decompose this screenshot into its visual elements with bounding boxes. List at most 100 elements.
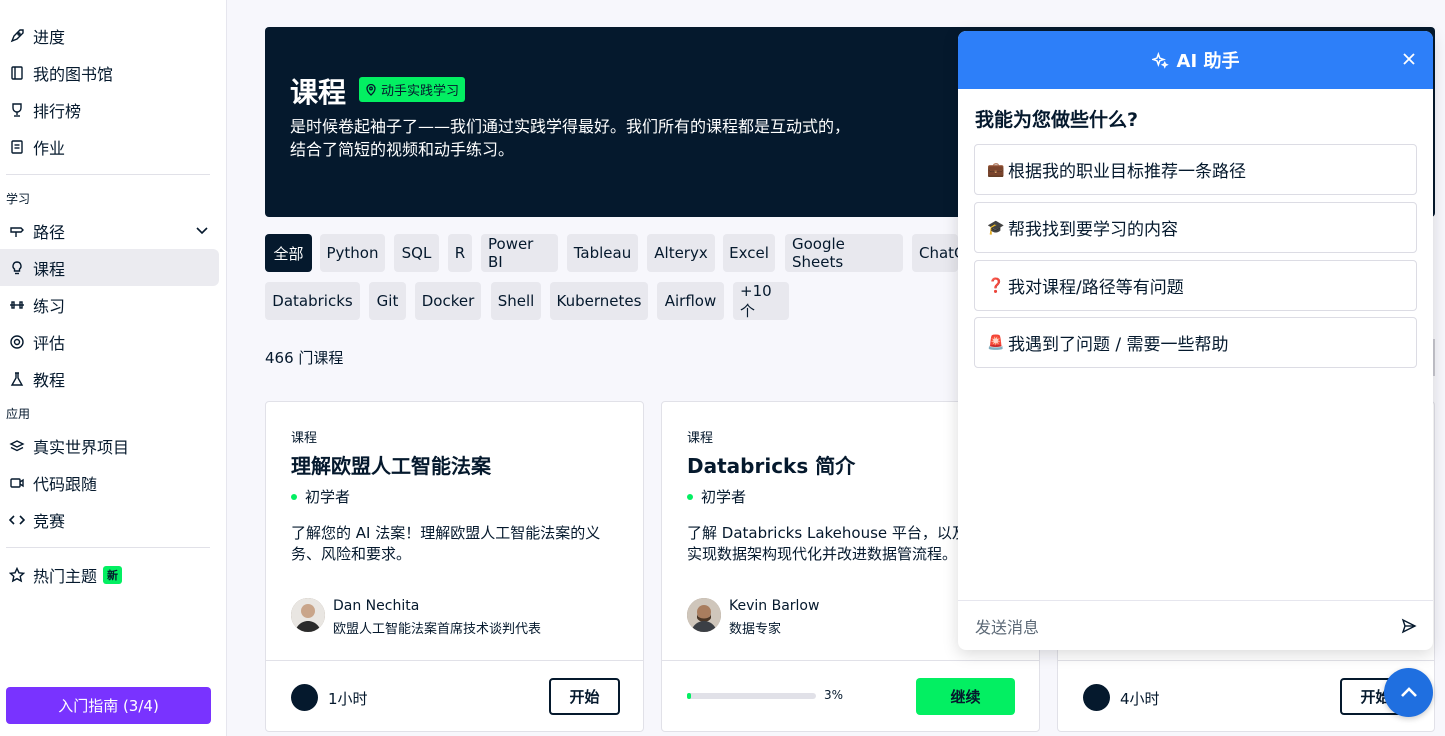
- hands-on-tag: 动手实践学习: [359, 77, 466, 102]
- sidebar-item-progress[interactable]: 进度: [0, 17, 219, 54]
- course-duration: 4小时: [1120, 690, 1160, 708]
- hands-on-tag-label: 动手实践学习: [381, 84, 460, 99]
- dumbbell-icon: [8, 296, 26, 314]
- progress-fill: [687, 693, 691, 699]
- ai-option-find-content[interactable]: 🎓 帮我找到要学习的内容: [974, 202, 1417, 253]
- code-icon: [8, 511, 26, 529]
- question-mark-icon: ❓: [987, 277, 1005, 294]
- filter-chip-databricks[interactable]: Databricks: [265, 282, 360, 320]
- sidebar-item-library[interactable]: 我的图书馆: [0, 54, 219, 91]
- sidebar-item-label: 竞赛: [33, 511, 66, 531]
- level-dot-icon: [291, 493, 297, 500]
- sidebar-item-label: 我的图书馆: [33, 64, 114, 84]
- lightbulb-icon: [8, 259, 26, 277]
- filter-chip-git[interactable]: Git: [369, 282, 406, 320]
- sidebar-item-competitions[interactable]: 竞赛: [0, 501, 219, 538]
- section-label-apply: 应用: [6, 407, 31, 421]
- ai-option-label: 根据我的职业目标推荐一条路径: [1008, 162, 1246, 182]
- layers-icon: [8, 437, 26, 455]
- flask-icon: [8, 370, 26, 388]
- progress-percent: 3%: [824, 688, 844, 702]
- sidebar-item-tutorials[interactable]: 教程: [0, 360, 219, 397]
- message-input[interactable]: 发送消息: [958, 600, 1433, 650]
- message-input-placeholder: 发送消息: [975, 617, 1040, 637]
- send-icon[interactable]: [1401, 618, 1417, 634]
- avatar: [687, 598, 721, 632]
- continue-button[interactable]: 继续: [916, 678, 1015, 715]
- location-pin-icon: [366, 83, 376, 96]
- filter-chip-tableau[interactable]: Tableau: [567, 234, 638, 272]
- sidebar-item-label: 热门主题: [33, 566, 98, 586]
- sidebar-item-assignments[interactable]: 作业: [0, 128, 219, 165]
- ai-option-get-help[interactable]: 🚨 我遇到了问题 / 需要一些帮助: [974, 317, 1417, 368]
- sidebar-item-label: 教程: [33, 370, 66, 390]
- course-card[interactable]: 课程 理解欧盟人工智能法案 初学者 了解您的 AI 法案！理解欧盟人工智能法案的…: [265, 401, 644, 732]
- filter-chip-python[interactable]: Python: [320, 234, 385, 272]
- ai-option-label: 我对课程/路径等有问题: [1008, 278, 1184, 298]
- sidebar-item-label: 真实世界项目: [33, 437, 130, 457]
- level-dot-icon: [687, 493, 693, 500]
- author-name: Dan Nechita: [333, 598, 420, 614]
- chevron-up-icon: [1400, 686, 1417, 697]
- course-duration-icon: [291, 684, 318, 711]
- sidebar-item-label: 评估: [33, 333, 66, 353]
- sidebar-item-projects[interactable]: 真实世界项目: [0, 427, 219, 464]
- filter-chip-chatgpt[interactable]: ChatG: [912, 234, 958, 272]
- signpost-icon: [8, 222, 26, 240]
- sidebar-item-hot-topics[interactable]: 热门主题 新: [0, 556, 219, 593]
- sidebar-item-assessments[interactable]: 评估: [0, 323, 219, 360]
- sidebar-item-tracks[interactable]: 路径: [0, 212, 219, 249]
- sidebar-item-label: 排行榜: [33, 101, 82, 121]
- divider: [6, 174, 210, 175]
- card-title[interactable]: Databricks 简介: [687, 450, 855, 479]
- sidebar-item-label: 路径: [33, 222, 66, 242]
- ai-option-label: 我遇到了问题 / 需要一些帮助: [1008, 335, 1229, 355]
- sparkle-icon: [1151, 51, 1169, 69]
- ai-option-course-question[interactable]: ❓ 我对课程/路径等有问题: [974, 260, 1417, 311]
- course-duration: 1小时: [328, 690, 368, 708]
- filter-chip-sql[interactable]: SQL: [394, 234, 439, 272]
- divider: [266, 660, 643, 661]
- card-type: 课程: [291, 431, 318, 446]
- sidebar-item-label: 练习: [33, 296, 66, 316]
- sidebar-item-leaderboard[interactable]: 排行榜: [0, 91, 219, 128]
- ai-panel-header: AI 助手: [958, 31, 1433, 89]
- scroll-to-top-button[interactable]: [1384, 668, 1433, 717]
- author-role: 数据专家: [729, 622, 782, 637]
- book-icon: [8, 64, 26, 82]
- getting-started-button[interactable]: 入门指南 (3/4): [6, 687, 211, 724]
- sidebar-item-practice[interactable]: 练习: [0, 286, 219, 323]
- graduation-cap-icon: 🎓: [987, 219, 1005, 236]
- course-duration-icon: [1083, 684, 1110, 711]
- card-title[interactable]: 理解欧盟人工智能法案: [291, 450, 491, 479]
- start-button[interactable]: 开始: [549, 678, 620, 715]
- ai-option-career-path[interactable]: 💼 根据我的职业目标推荐一条路径: [974, 144, 1417, 195]
- filter-chip-r[interactable]: R: [448, 234, 472, 272]
- filter-chip-power-bi[interactable]: Power BI: [481, 234, 558, 272]
- filter-chip-google-sheets[interactable]: Google Sheets: [785, 234, 903, 272]
- filter-chip-excel[interactable]: Excel: [723, 234, 775, 272]
- sidebar-item-code-along[interactable]: 代码跟随: [0, 464, 219, 501]
- chevron-down-icon[interactable]: [195, 223, 209, 237]
- filter-chip-kubernetes[interactable]: Kubernetes: [550, 282, 648, 320]
- sidebar: 进度 我的图书馆 排行榜 作业 学习 路径 课程 练习 评估 教程 应用 真实世…: [0, 0, 227, 736]
- siren-icon: 🚨: [987, 334, 1005, 351]
- new-badge: 新: [103, 565, 123, 584]
- filter-chip-alteryx[interactable]: Alteryx: [647, 234, 715, 272]
- hero-description: 是时候卷起袖子了——我们通过实践学得最好。我们所有的课程都是互动式的，结合了简短…: [290, 117, 851, 159]
- avatar: [291, 598, 325, 632]
- filter-chip-all[interactable]: 全部: [265, 234, 312, 272]
- sidebar-item-label: 代码跟随: [33, 474, 98, 494]
- close-icon[interactable]: [1401, 51, 1417, 67]
- filter-chip-more[interactable]: +10个: [733, 282, 789, 320]
- card-description: 了解您的 AI 法案！理解欧盟人工智能法案的义务、风险和要求。: [291, 524, 601, 563]
- filter-chip-docker[interactable]: Docker: [415, 282, 481, 320]
- gauge-icon: [8, 333, 26, 351]
- filter-chip-airflow[interactable]: Airflow: [657, 282, 724, 320]
- author-role: 欧盟人工智能法案首席技术谈判代表: [333, 622, 542, 637]
- rocket-icon: [8, 27, 26, 45]
- sidebar-item-courses[interactable]: 课程: [0, 249, 219, 286]
- filter-chip-shell[interactable]: Shell: [491, 282, 541, 320]
- hidden-control-edge: [1433, 339, 1435, 376]
- briefcase-icon: 💼: [987, 161, 1005, 178]
